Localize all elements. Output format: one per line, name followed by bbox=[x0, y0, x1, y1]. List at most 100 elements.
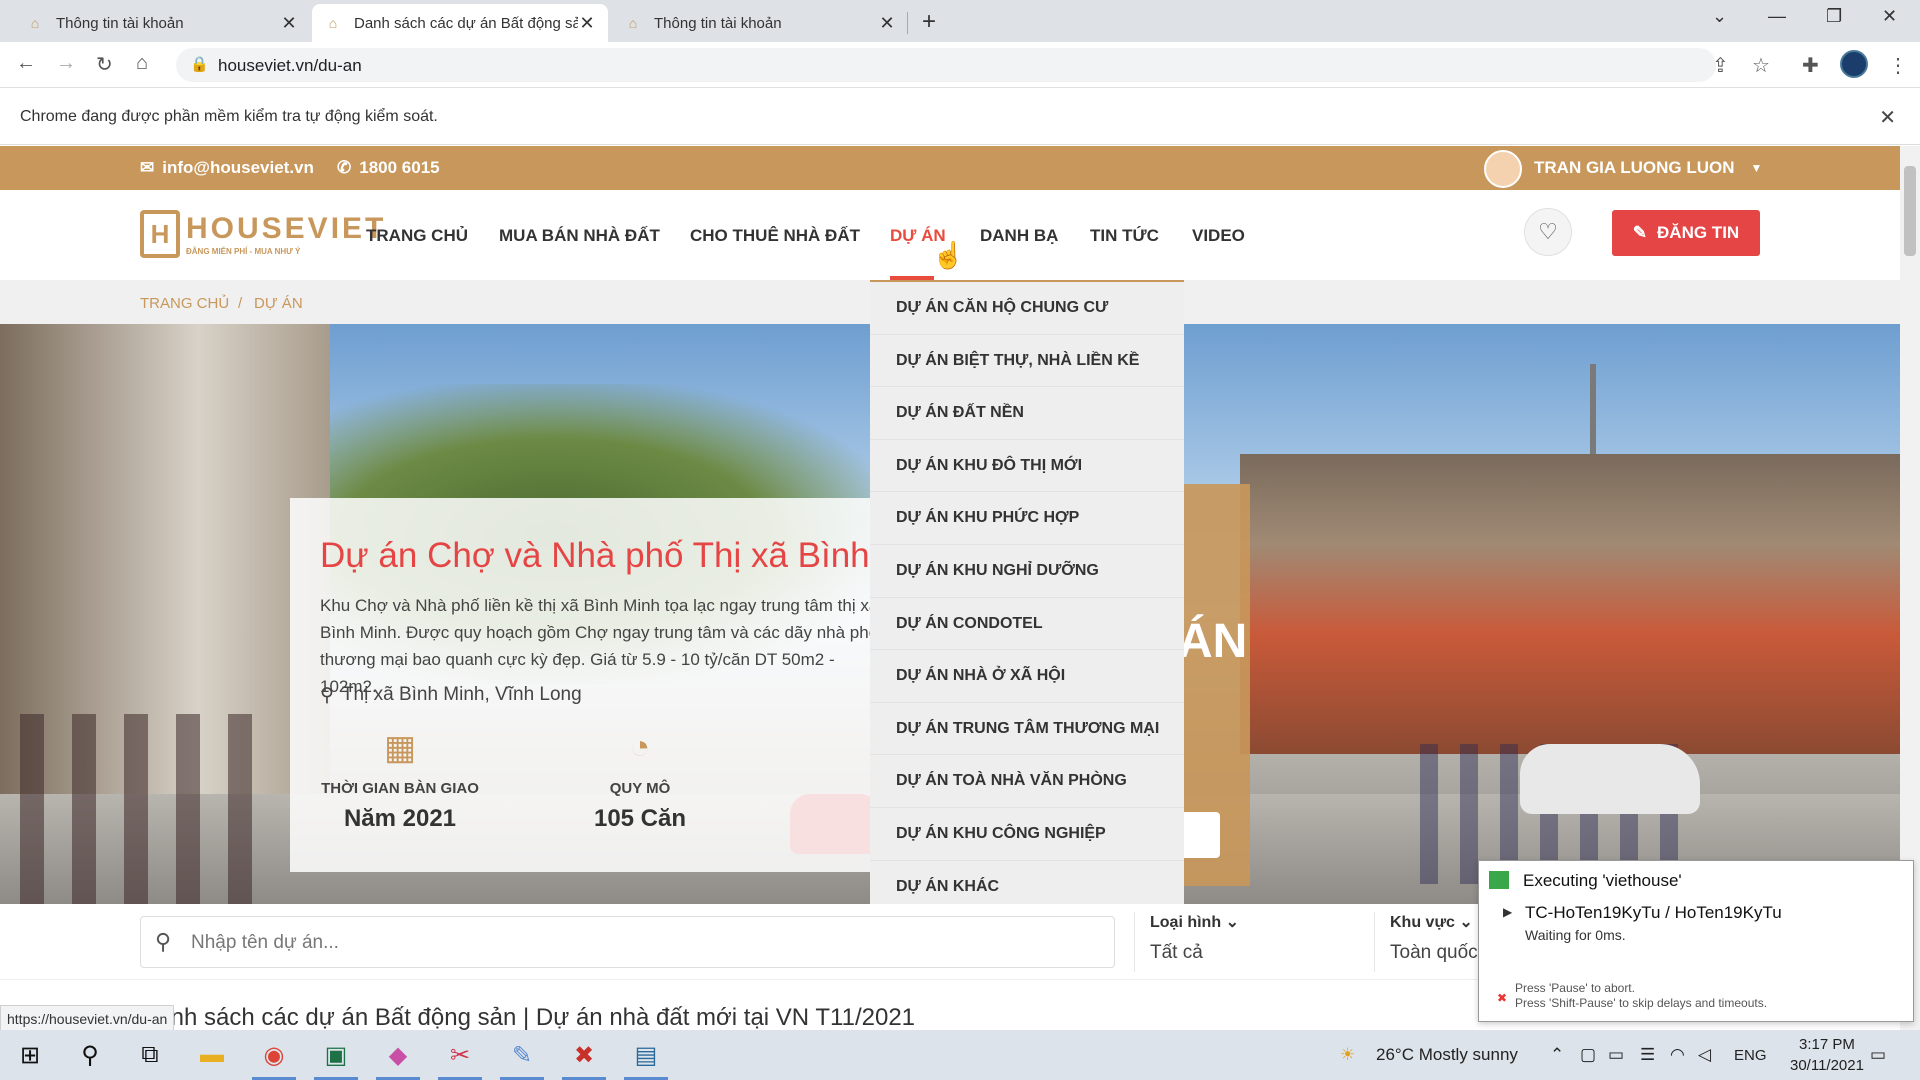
post-listing-button[interactable]: ✎ ĐĂNG TIN bbox=[1612, 210, 1760, 256]
close-infobar-icon[interactable]: ✕ bbox=[1879, 105, 1896, 130]
nav-video[interactable]: VIDEO bbox=[1192, 226, 1245, 246]
email-text: info@houseviet.vn bbox=[162, 158, 314, 177]
dropdown-item-office[interactable]: DỰ ÁN TOÀ NHÀ VĂN PHÒNG bbox=[870, 755, 1184, 808]
tab-title: Thông tin tài khoản bbox=[654, 14, 782, 32]
paint-icon[interactable]: ✎ bbox=[492, 1030, 552, 1080]
share-icon[interactable]: ⇪ bbox=[1712, 53, 1729, 78]
logo-slogan: ĐĂNG MIỄN PHÍ - MUA NHƯ Ý bbox=[186, 247, 301, 256]
snipping-tool-icon[interactable]: ✂ bbox=[430, 1030, 490, 1080]
phone-link[interactable]: ✆ 1800 6015 bbox=[337, 158, 440, 178]
forward-icon[interactable]: → bbox=[56, 52, 76, 75]
dropdown-item-complex[interactable]: DỰ ÁN KHU PHỨC HỢP bbox=[870, 492, 1184, 545]
project-search-input[interactable]: ⚲ Nhập tên dự án... bbox=[140, 916, 1115, 968]
scrollbar-thumb[interactable] bbox=[1904, 166, 1916, 256]
dropdown-item-land[interactable]: DỰ ÁN ĐẤT NỀN bbox=[870, 387, 1184, 440]
tab-account-info-1[interactable]: ⌂ Thông tin tài khoản ✕ bbox=[14, 4, 310, 42]
dropdown-item-apartment[interactable]: DỰ ÁN CĂN HỘ CHUNG CƯ bbox=[870, 282, 1184, 335]
taskbar-clock[interactable]: 3:17 PM 30/11/2021 bbox=[1790, 1034, 1864, 1076]
email-link[interactable]: ✉ info@houseviet.vn bbox=[140, 158, 314, 178]
weather-text[interactable]: 26°C Mostly sunny bbox=[1376, 1045, 1518, 1065]
dropdown-item-resort[interactable]: DỰ ÁN KHU NGHỈ DƯỠNG bbox=[870, 545, 1184, 598]
logo-brand: HOUSEVIET bbox=[186, 212, 387, 245]
katalon-icon[interactable]: ◆ bbox=[368, 1030, 428, 1080]
divider bbox=[1374, 912, 1375, 972]
close-tab-icon[interactable]: ✕ bbox=[280, 13, 298, 34]
extensions-puzzle-icon[interactable]: ✚ bbox=[1802, 53, 1819, 78]
close-tab-icon[interactable]: ✕ bbox=[878, 13, 896, 34]
favorites-heart-icon[interactable]: ♡ bbox=[1524, 208, 1572, 256]
dropdown-item-condotel[interactable]: DỰ ÁN CONDOTEL bbox=[870, 598, 1184, 651]
minimize-icon[interactable]: — bbox=[1768, 6, 1786, 27]
search-icon[interactable]: ⚲ bbox=[60, 1030, 120, 1080]
nav-buy-sell[interactable]: MUA BÁN NHÀ ĐẤT bbox=[499, 226, 660, 246]
filter-type[interactable]: Loại hình ⌄ Tất cả bbox=[1150, 912, 1239, 964]
windows-start-icon[interactable]: ⊞ bbox=[0, 1030, 60, 1080]
back-icon[interactable]: ← bbox=[16, 52, 36, 75]
page-heading: Danh sách các dự án Bất động sản | Dự án… bbox=[140, 1004, 916, 1031]
abort-x-icon[interactable]: ✖ bbox=[1497, 991, 1507, 1005]
tab-project-list[interactable]: ⌂ Danh sách các dự án Bất động sản ✕ bbox=[312, 4, 608, 42]
post-button-label: ĐĂNG TIN bbox=[1657, 223, 1740, 242]
battery-icon[interactable]: ▭ bbox=[1608, 1045, 1624, 1065]
file-explorer-icon[interactable]: ▬ bbox=[182, 1030, 242, 1080]
language-indicator[interactable]: ENG bbox=[1734, 1047, 1767, 1064]
close-window-icon[interactable]: ✕ bbox=[1882, 6, 1897, 27]
browser-toolbar: ← → ↻ ⌂ 🔒 houseviet.vn/du-an ⇪ ☆ ✚ ⋮ bbox=[0, 42, 1920, 88]
tab-search-chevron-icon[interactable]: ⌄ bbox=[1712, 6, 1727, 27]
houseviet-favicon: ⌂ bbox=[30, 15, 40, 31]
nav-news[interactable]: TIN TỨC bbox=[1090, 226, 1159, 246]
profile-avatar[interactable] bbox=[1840, 50, 1868, 78]
dropdown-item-new-urban[interactable]: DỰ ÁN KHU ĐÔ THỊ MỚI bbox=[870, 440, 1184, 493]
filter-value: Toàn quốc bbox=[1390, 942, 1478, 963]
breadcrumb-projects[interactable]: DỰ ÁN bbox=[254, 295, 303, 312]
breadcrumb-home[interactable]: TRANG CHỦ bbox=[140, 295, 229, 312]
excel-icon[interactable]: ▣ bbox=[306, 1030, 366, 1080]
dropdown-item-mall[interactable]: DỰ ÁN TRUNG TÂM THƯƠNG MẠI bbox=[870, 703, 1184, 756]
task-view-icon[interactable]: ⧉ bbox=[120, 1030, 180, 1080]
phone-text: 1800 6015 bbox=[359, 158, 440, 177]
stat-label: QUY MÔ bbox=[609, 780, 671, 797]
nav-directory[interactable]: DANH BẠ bbox=[980, 226, 1058, 246]
mouse-cursor-icon: ☝ bbox=[932, 240, 965, 270]
tray-chevron-icon[interactable]: ⌃ bbox=[1550, 1045, 1564, 1065]
reload-icon[interactable]: ↻ bbox=[96, 52, 113, 77]
houseviet-favicon: ⌂ bbox=[328, 15, 338, 31]
expand-triangle-icon[interactable]: ▶ bbox=[1503, 905, 1512, 919]
houseviet-logo[interactable]: H HOUSEVIET ĐĂNG MIỄN PHÍ - MUA NHƯ Ý bbox=[140, 210, 386, 258]
address-bar[interactable]: 🔒 houseviet.vn/du-an bbox=[176, 48, 1716, 82]
user-menu[interactable]: TRAN GIA LUONG LUON ▼ bbox=[1534, 158, 1762, 178]
search-placeholder: Nhập tên dự án... bbox=[191, 932, 339, 953]
dropdown-item-villa[interactable]: DỰ ÁN BIỆT THỰ, NHÀ LIỀN KỀ bbox=[870, 335, 1184, 388]
chrome-icon[interactable]: ◉ bbox=[244, 1030, 304, 1080]
dropdown-item-industrial[interactable]: DỰ ÁN KHU CÔNG NGHIỆP bbox=[870, 808, 1184, 861]
restore-icon[interactable]: ❐ bbox=[1826, 6, 1842, 27]
volume-icon[interactable]: ◁ bbox=[1698, 1045, 1711, 1065]
wifi-icon[interactable]: ◠ bbox=[1670, 1045, 1685, 1065]
filter-label: Loại hình bbox=[1150, 914, 1222, 931]
tray-device-icon[interactable]: ▢ bbox=[1580, 1045, 1596, 1065]
weather-icon: ☀ bbox=[1340, 1045, 1356, 1064]
app-rx-icon[interactable]: ✖ bbox=[554, 1030, 614, 1080]
home-icon[interactable]: ⌂ bbox=[136, 52, 148, 75]
bookmark-star-icon[interactable]: ☆ bbox=[1752, 53, 1770, 78]
close-tab-icon[interactable]: ✕ bbox=[578, 13, 596, 34]
nav-rent[interactable]: CHO THUÊ NHÀ ĐẤT bbox=[690, 226, 860, 246]
clock-date: 30/11/2021 bbox=[1790, 1057, 1864, 1074]
nav-home[interactable]: TRANG CHỦ bbox=[366, 226, 468, 246]
status-url-tooltip: https://houseviet.vn/du-an bbox=[0, 1005, 175, 1033]
dropdown-item-social-housing[interactable]: DỰ ÁN NHÀ Ở XÃ HỘI bbox=[870, 650, 1184, 703]
app-window-icon[interactable]: ▤ bbox=[616, 1030, 676, 1080]
browser-tab-strip: ⌂ Thông tin tài khoản ✕ ⌂ Danh sách các … bbox=[0, 0, 1920, 42]
filter-value: Tất cả bbox=[1150, 942, 1203, 963]
keyboard-icon[interactable]: ☰ bbox=[1640, 1045, 1655, 1065]
tab-title: Thông tin tài khoản bbox=[56, 14, 184, 32]
new-tab-icon[interactable]: + bbox=[922, 8, 936, 36]
filter-region[interactable]: Khu vực ⌄ Toàn quốc bbox=[1390, 912, 1478, 964]
menu-kebab-icon[interactable]: ⋮ bbox=[1888, 53, 1908, 78]
phone-icon: ✆ bbox=[337, 158, 352, 177]
breadcrumb-separator: / bbox=[238, 295, 243, 312]
user-avatar[interactable] bbox=[1484, 150, 1522, 188]
tab-account-info-2[interactable]: ⌂ Thông tin tài khoản ✕ bbox=[612, 4, 908, 42]
notification-icon[interactable]: ▭ bbox=[1870, 1045, 1886, 1065]
project-title[interactable]: Dự án Chợ và Nhà phố Thị xã Bình Minh bbox=[320, 536, 955, 576]
